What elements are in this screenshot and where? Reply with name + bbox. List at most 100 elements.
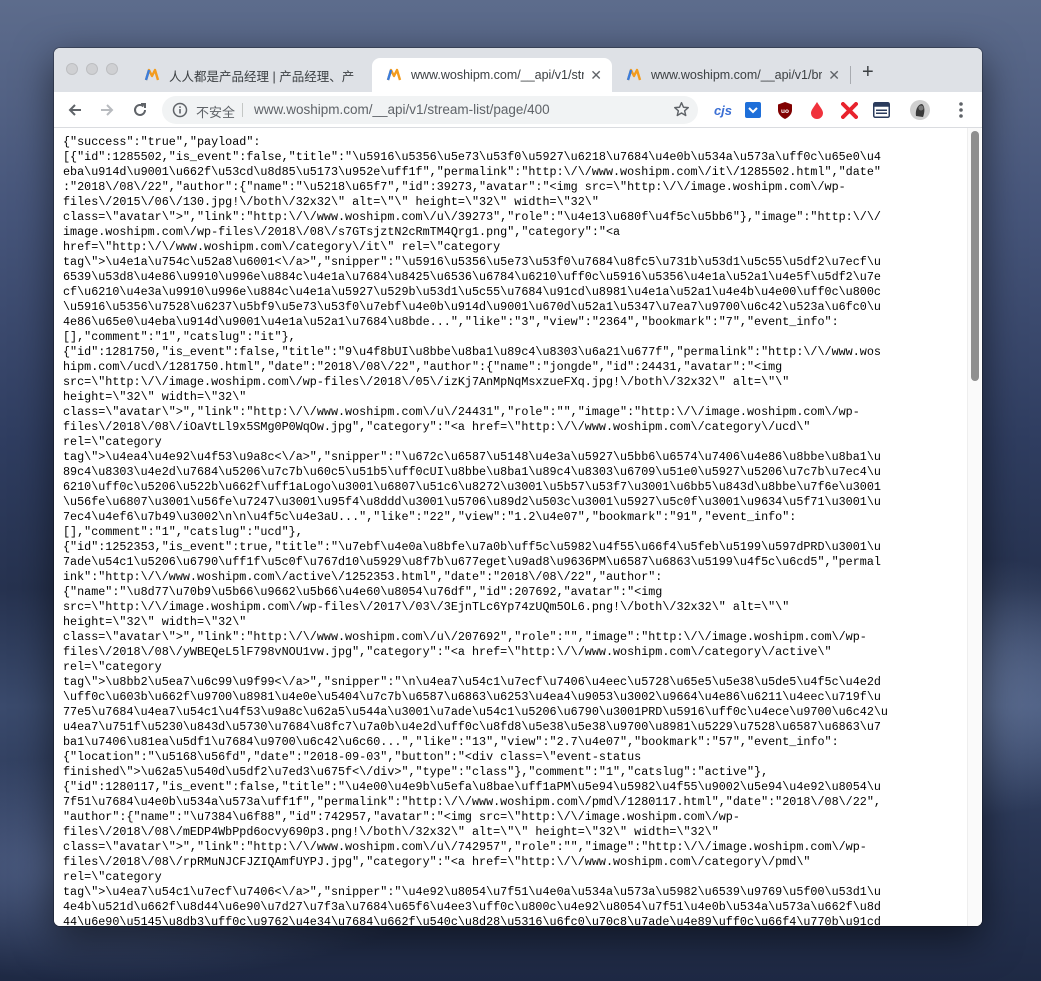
json-text-line: 7ade\u54c1\u5206\u6790\uff1f\u5c0f\u767d…: [63, 555, 881, 569]
json-text-line: files\/2018\/08\/yWBEQeL5lF798vNOU1vw.jp…: [63, 645, 832, 659]
json-text-line: rel=\"category: [63, 660, 162, 674]
json-text-line: tag\">\u4ea7\u54c1\u7ecf\u7406<\/a>","sn…: [63, 885, 881, 899]
json-text-line: [],"comment":"1","catslug":"ucd"},: [63, 525, 303, 539]
json-text-line: src=\"http:\/\/image.woshipm.com\/wp-fil…: [63, 375, 790, 389]
tab-close-icon[interactable]: ✕: [828, 67, 840, 84]
json-text-line: [{"id":1285502,"is_event":false,"title":…: [63, 150, 881, 164]
json-text-line: tag\">\u8bb2\u5ea7\u6c99\u9f99<\/a>","sn…: [63, 675, 881, 689]
json-text-line: \u56fe\u6807\u3001\u56fe\u7247\u3001\u95…: [63, 495, 881, 509]
tab-close-icon[interactable]: ✕: [590, 67, 602, 84]
json-text-line: 44\u6e90\u5145\u8db3\uff0c\u9762\u4e34\u…: [63, 915, 881, 926]
ublock-extension-button[interactable]: uo: [776, 101, 794, 119]
json-text-line: {"id":1281750,"is_event":false,"title":"…: [63, 345, 881, 359]
browser-menu-button[interactable]: [952, 101, 970, 119]
json-text-line: image.woshipm.com\/wp-files\/2018\/08\/s…: [63, 225, 621, 239]
json-text-line: "author":{"name":"\u7384\u6f88","id":742…: [63, 810, 740, 824]
json-text-line: {"name":"\u8d77\u70b9\u5b66\u9662\u5b66\…: [63, 585, 663, 599]
json-text-line: height=\"32\" width=\"32\": [63, 390, 247, 404]
address-bar[interactable]: 不安全 www.woshipm.com/__api/v1/stream-list…: [162, 96, 698, 124]
json-text-line: 4e4b\u521d\u662f\u8d44\u6e90\u7d27\u7f3a…: [63, 900, 881, 914]
json-text-line: 6210\uff0c\u5206\u522b\u662f\uff1aLogo\u…: [63, 480, 881, 494]
tab-strip: 人人都是产品经理 | 产品经理、产 www.woshipm.com/__api/…: [54, 48, 982, 92]
raw-json-response: {"success":"true","payload": [{"id":1285…: [54, 128, 968, 926]
json-text-line: rel=\"category: [63, 435, 162, 449]
json-text-line: files\/2018\/08\/iOaVtLl9x5SMg0P0WqOw.jp…: [63, 420, 811, 434]
tab-title: www.woshipm.com/__api/v1/br: [651, 68, 823, 82]
json-text-line: rel=\"category: [63, 870, 162, 884]
json-text-line: tag\">\u4e1a\u754c\u52a8\u6001<\/a>","sn…: [63, 255, 881, 269]
json-text-line: hipm.com\/ucd\/1281750.html","date":"201…: [63, 360, 783, 374]
download-extension-icon: [745, 102, 761, 118]
url-text[interactable]: www.woshipm.com/__api/v1/stream-list/pag…: [254, 102, 550, 117]
json-text-line: \u5916\u5356\u7528\u6237\u5bf9\u5e73\u53…: [63, 300, 881, 314]
json-text-line: \uff0c\u603b\u662f\u9700\u8981\u4e0e\u54…: [63, 690, 881, 704]
json-text-line: {"id":1252353,"is_event":true,"title":"\…: [63, 540, 881, 554]
browser-window: 人人都是产品经理 | 产品经理、产 www.woshipm.com/__api/…: [54, 48, 982, 926]
json-text-line: eba\u914d\u9001\u662f\u53cd\u8d85\u5173\…: [63, 165, 881, 179]
json-text-line: finished\">\u62a5\u540d\u5df2\u7ed3\u675…: [63, 765, 769, 779]
tab-title: www.woshipm.com/__api/v1/str: [411, 68, 585, 82]
json-text-line: src=\"http:\/\/image.woshipm.com\/wp-fil…: [63, 600, 790, 614]
json-text-line: tag\">\u4ea4\u4e92\u4f53\u9a8c<\/a>","sn…: [63, 450, 881, 464]
tab-divider: [850, 66, 851, 84]
profile-avatar-button[interactable]: [910, 100, 930, 120]
profile-avatar-icon: [910, 100, 930, 120]
arrow-left-icon: [68, 104, 81, 116]
json-text-line: {"location":"\u5168\u56fd","date":"2018-…: [63, 750, 642, 764]
back-button[interactable]: [64, 99, 86, 121]
red-cross-icon: [840, 101, 858, 119]
json-text-line: class=\"avatar\">","link":"http:\/\/www.…: [63, 210, 881, 224]
woshipm-favicon-icon: [626, 68, 642, 81]
json-text-line: 89c4\u8303\u4e2d\u7684\u5206\u7c7b\u60c5…: [63, 465, 881, 479]
json-text-line: [],"comment":"1","catslug":"it"},: [63, 330, 296, 344]
json-text-line: class=\"avatar\">","link":"http:\/\/www.…: [63, 630, 867, 644]
cjs-extension-button[interactable]: cjs: [712, 101, 734, 119]
red-cross-extension-button[interactable]: [840, 101, 858, 119]
woshipm-favicon-icon: [386, 68, 402, 81]
vertical-scrollbar[interactable]: [967, 128, 981, 926]
window-zoom-button[interactable]: [106, 63, 118, 75]
address-divider: [242, 103, 243, 117]
info-icon[interactable]: [172, 102, 188, 118]
red-drop-icon: [811, 101, 823, 119]
json-text-line: 7f51\u7684\u4e0b\u534a\u573a\uff1f","per…: [63, 795, 881, 809]
save-extension-button[interactable]: [744, 101, 762, 119]
window-minimize-button[interactable]: [86, 63, 98, 75]
json-text-line: 4e86\u65e0\u4eba\u914d\u9001\u4e1a\u52a1…: [63, 315, 839, 329]
tab-stream-list-api[interactable]: www.woshipm.com/__api/v1/str ✕: [372, 58, 612, 92]
new-tab-button[interactable]: +: [862, 62, 874, 82]
json-text-line: href=\"http:\/\/www.woshipm.com\/categor…: [63, 240, 501, 254]
woshipm-favicon-icon: [144, 68, 160, 81]
security-status-label: 不安全: [196, 105, 236, 120]
window-panel-icon: [872, 102, 890, 118]
json-text-line: files\/2018\/08\/rpRMuNJCFJZIQAmfUYPJ.jp…: [63, 855, 811, 869]
window-close-button[interactable]: [66, 63, 78, 75]
json-text-line: {"success":"true","payload":: [63, 135, 261, 149]
json-text-line: :"2018\/08\/22","author":{"name":"\u5218…: [63, 180, 846, 194]
json-text-line: class=\"avatar\">","link":"http:\/\/www.…: [63, 405, 860, 419]
json-text-line: 6539\u53d8\u4e86\u9910\u996e\u884c\u4e1a…: [63, 270, 881, 284]
tab-woshipm-home[interactable]: 人人都是产品经理 | 产品经理、产: [130, 58, 372, 92]
arrow-right-icon: [101, 104, 114, 116]
vertical-dots-icon: [959, 102, 963, 118]
tab-br-api[interactable]: www.woshipm.com/__api/v1/br ✕: [612, 58, 850, 92]
browser-toolbar: 不安全 www.woshipm.com/__api/v1/stream-list…: [54, 92, 982, 128]
reload-button[interactable]: [129, 99, 151, 121]
json-text-line: class=\"avatar\">","link":"http:\/\/www.…: [63, 840, 867, 854]
forward-button[interactable]: [96, 99, 118, 121]
json-text-line: height=\"32\" width=\"32\": [63, 615, 247, 629]
window-extension-button[interactable]: [872, 101, 890, 119]
scrollbar-thumb[interactable]: [971, 131, 979, 381]
json-text-line: 7ec4\u4ef6\u7b49\u3002\n\n\u4f5c\u4e3aU.…: [63, 510, 797, 524]
tab-title: 人人都是产品经理 | 产品经理、产: [169, 69, 355, 84]
json-text-line: files\/2018\/08\/mEDP4WbPpd6ocvy690p3.pn…: [63, 825, 719, 839]
json-text-line: cf\u6210\u4e3a\u9910\u996e\u884c\u4e1a\u…: [63, 285, 881, 299]
json-text-line: files\/2015\/06\/130.jpg!\/both\/32x32\"…: [63, 195, 599, 209]
reload-icon: [134, 103, 146, 116]
bookmark-star-icon[interactable]: [673, 101, 690, 118]
json-text-line: ba1\u7406\u81ea\u5df1\u7684\u9700\u6c42\…: [63, 735, 839, 749]
json-text-line: {"id":1280117,"is_event":false,"title":"…: [63, 780, 881, 794]
ublock-shield-icon: uo: [778, 101, 792, 119]
cjs-extension-label: cjs: [713, 102, 733, 118]
red-drop-extension-button[interactable]: [808, 101, 826, 119]
